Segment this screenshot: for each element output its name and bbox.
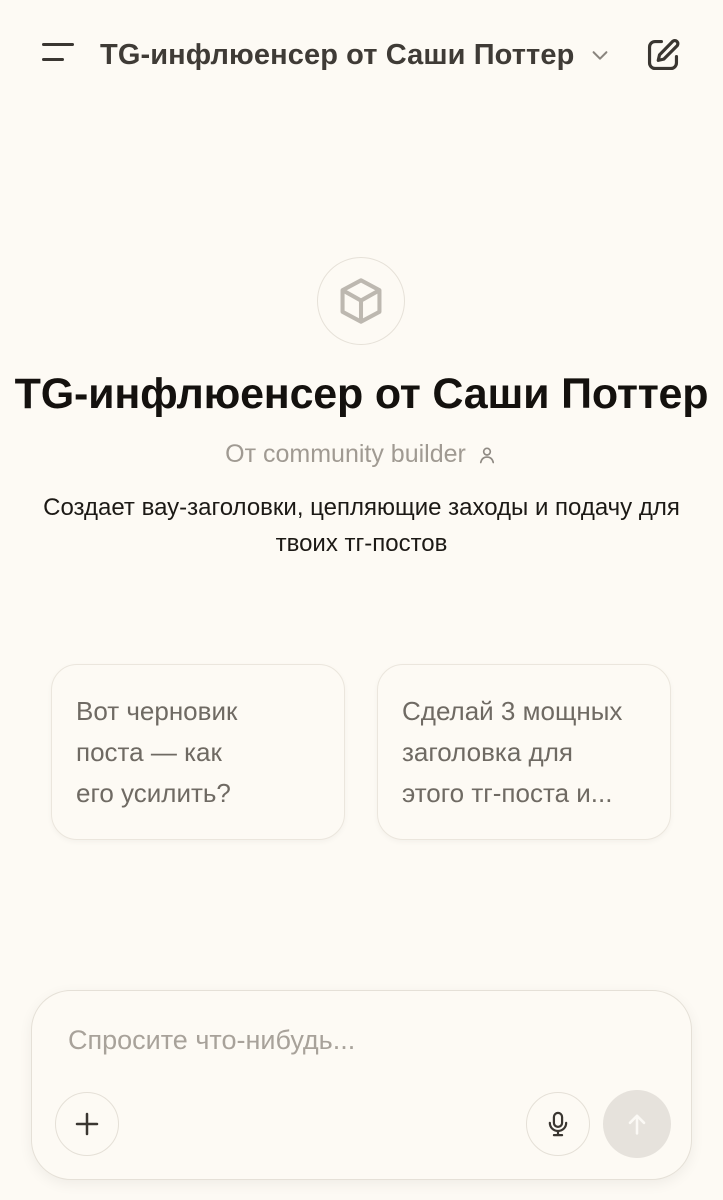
suggestion-card-headlines[interactable]: Сделай 3 мощных заголовка для этого тг-п… (377, 664, 671, 840)
microphone-icon[interactable] (526, 1092, 590, 1156)
plus-icon[interactable] (55, 1092, 119, 1156)
message-input[interactable]: Спросите что-нибудь... (68, 1025, 355, 1056)
suggestion-line: заголовка для (402, 737, 573, 767)
author-label: От community builder (225, 440, 466, 468)
arrow-up-icon[interactable] (603, 1090, 671, 1158)
suggestion-line: Вот черновик (76, 696, 238, 726)
header-title: TG-инфлюенсер от Саши Поттер (100, 38, 575, 71)
description-line: Создает вау-заголовки, цепляющие заходы … (43, 494, 680, 521)
new-chat-edit-icon[interactable] (640, 32, 686, 78)
suggestion-line: его усилить? (76, 778, 231, 808)
suggestion-card-draft[interactable]: Вот черновик поста — как его усилить? (51, 664, 345, 840)
gpt-description: Создает вау-заголовки, цепляющие заходы … (0, 490, 723, 562)
suggestion-line: этого тг-поста и... (402, 778, 613, 808)
message-composer[interactable]: Спросите что-нибудь... (31, 990, 692, 1180)
gpt-name: TG-инфлюенсер от Саши Поттер (14, 370, 709, 418)
hamburger-menu-icon[interactable] (36, 34, 80, 74)
gpt-author: От community builder (0, 440, 723, 469)
chevron-down-icon (588, 43, 612, 67)
top-bar: TG-инфлюенсер от Саши Поттер (0, 0, 723, 110)
description-line: твоих тг-постов (275, 530, 448, 557)
person-icon (476, 444, 498, 466)
suggestion-line: Сделай 3 мощных (402, 696, 623, 726)
cube-icon (317, 257, 405, 345)
gpt-switcher[interactable]: TG-инфлюенсер от Саши Поттер (100, 30, 612, 80)
suggestion-line: поста — как (76, 737, 222, 767)
